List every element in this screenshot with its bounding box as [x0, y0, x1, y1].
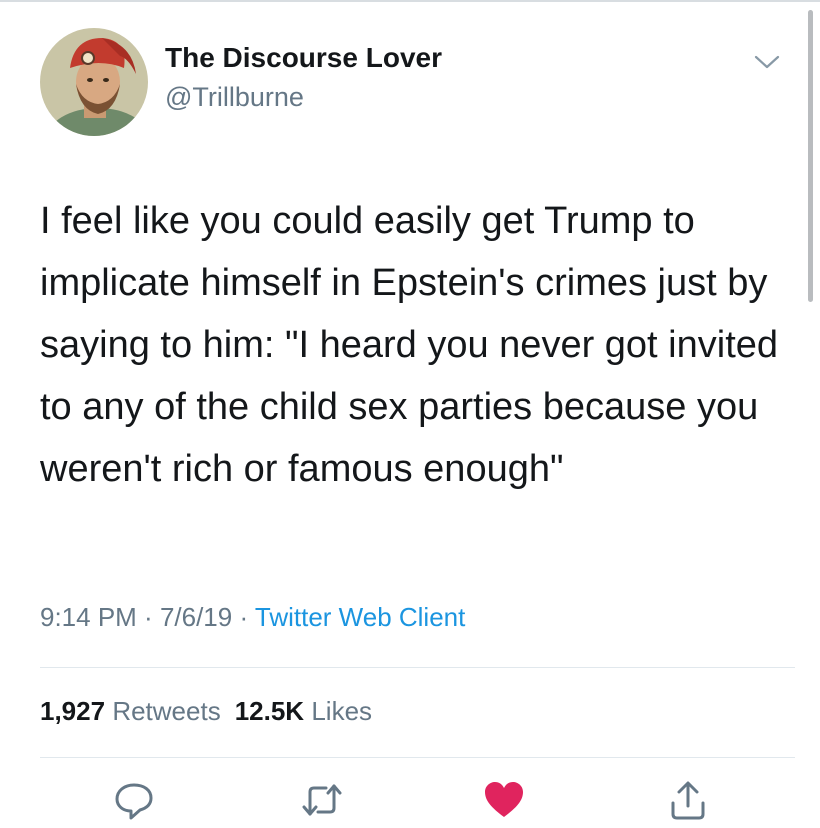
retweets-stat[interactable]: 1,927 Retweets	[40, 696, 221, 726]
chevron-down-icon[interactable]	[752, 52, 782, 72]
reply-icon[interactable]	[112, 778, 156, 822]
meta-separator: ·	[232, 602, 255, 632]
avatar[interactable]	[40, 28, 148, 136]
tweet-stats: 1,927 Retweets 12.5K Likes	[40, 696, 372, 727]
likes-stat[interactable]: 12.5K Likes	[235, 696, 372, 726]
retweets-count: 1,927	[40, 696, 106, 726]
like-icon[interactable]	[482, 778, 526, 822]
share-icon[interactable]	[666, 778, 710, 822]
divider	[40, 667, 795, 668]
divider	[40, 757, 795, 758]
user-handle[interactable]: @Trillburne	[165, 82, 304, 113]
likes-count: 12.5K	[234, 696, 305, 726]
tweet-date[interactable]: 7/6/19	[160, 602, 232, 632]
tweet-meta: 9:14 PM · 7/6/19 · Twitter Web Client	[40, 602, 465, 633]
display-name[interactable]: The Discourse Lover	[165, 42, 442, 74]
retweets-label: Retweets	[112, 696, 221, 726]
meta-separator: ·	[136, 602, 160, 632]
tweet-client-link[interactable]: Twitter Web Client	[255, 602, 465, 632]
tweet-text: I feel like you could easily get Trump t…	[40, 200, 779, 490]
scrollbar[interactable]	[808, 10, 813, 302]
top-border	[0, 0, 820, 2]
retweet-icon[interactable]	[300, 778, 344, 822]
red-hat-man-avatar-icon	[40, 28, 148, 136]
likes-label: Likes	[311, 696, 373, 726]
tweet-time[interactable]: 9:14 PM	[40, 602, 137, 632]
